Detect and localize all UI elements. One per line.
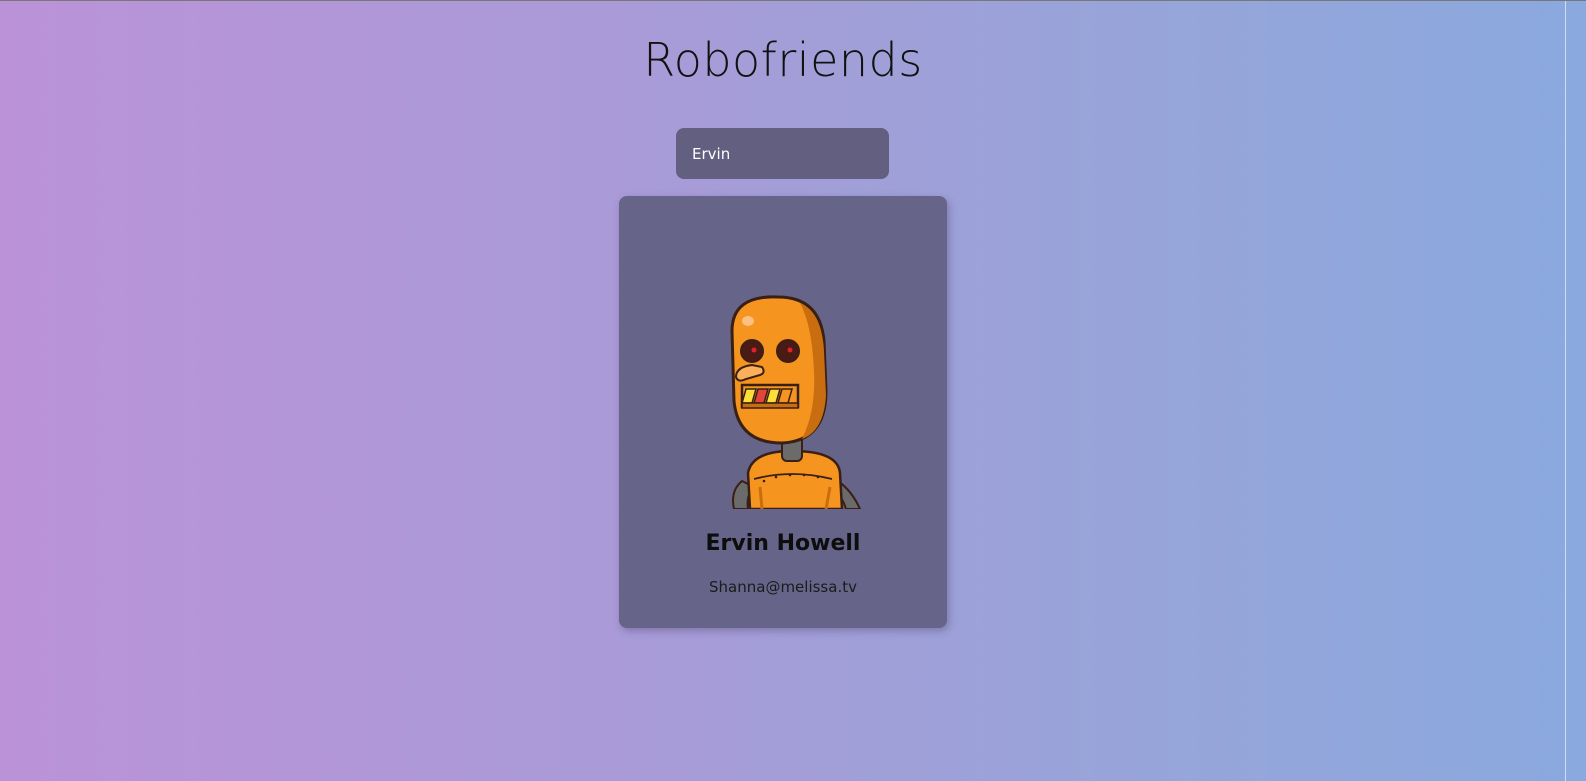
search-input[interactable] [676, 128, 889, 179]
robot-avatar-icon [730, 295, 862, 509]
window-edge [1565, 1, 1586, 781]
robot-email: Shanna@melissa.tv [709, 578, 857, 596]
page-title: Robofriends [643, 33, 923, 87]
robot-name: Ervin Howell [705, 531, 861, 556]
